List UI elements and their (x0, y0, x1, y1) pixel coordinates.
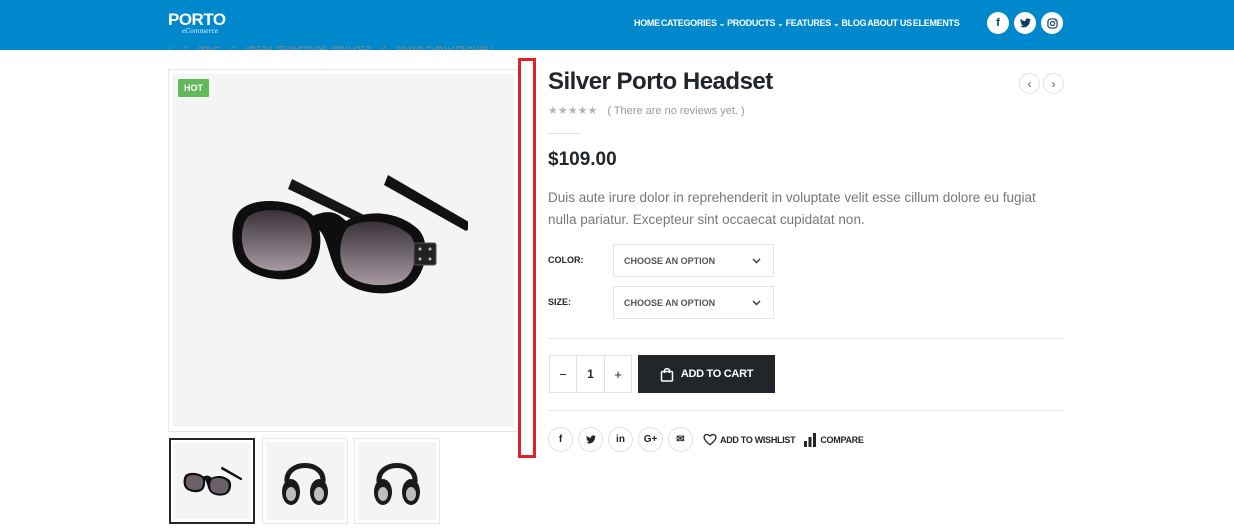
chevron-down-icon: ⌄ (777, 18, 784, 28)
heart-icon (703, 433, 717, 446)
thumbnail-headphones[interactable] (354, 438, 440, 524)
add-to-cart-label: ADD TO CART (680, 368, 754, 380)
divider (548, 338, 1064, 339)
product-price: $109.00 (548, 149, 617, 170)
thumbnail-frame (266, 442, 344, 520)
wishlist-label: ADD TO WISHLIST (720, 434, 796, 445)
color-label: COLOR: (548, 255, 584, 265)
divider (548, 410, 1064, 411)
share-links: f in G+ ✉ ADD TO WISHLIST COMPARE (548, 427, 864, 452)
twitter-share-icon[interactable] (578, 427, 603, 452)
logo-subtext: eCommerce (182, 28, 219, 35)
thumbnail-frame (358, 442, 436, 520)
nav-categories[interactable]: CATEGORIES ⌄ (661, 18, 726, 28)
image-frame (173, 74, 514, 427)
nav-home[interactable]: HOME (634, 18, 660, 28)
chevron-right-icon: › (1051, 76, 1056, 91)
quantity-increase-button[interactable]: + (605, 356, 631, 392)
thumbnail-frame (174, 443, 250, 519)
thumbnail-headphones[interactable] (262, 438, 348, 524)
main-nav: HOME CATEGORIES ⌄ PRODUCTS ⌄ FEATURES ⌄ BLO… (634, 16, 960, 30)
nav-label: CATEGORIES (660, 18, 717, 28)
highlight-box (518, 58, 536, 458)
chevron-down-icon (752, 258, 761, 263)
color-select[interactable]: CHOOSE AN OPTION (613, 244, 774, 277)
header-social-links: f (987, 12, 1063, 34)
chevron-down-icon (752, 300, 761, 305)
twitter-icon[interactable] (1014, 12, 1036, 34)
divider (548, 133, 580, 134)
nav-features[interactable]: FEATURES ⌄ (786, 18, 841, 28)
instagram-icon[interactable] (1041, 12, 1063, 34)
chevron-left-icon: ‹ (1027, 76, 1032, 91)
nav-label: ABOUT US (867, 18, 912, 28)
compare-label: COMPARE (820, 434, 864, 445)
linkedin-share-icon[interactable]: in (608, 427, 633, 452)
google-plus-share-icon[interactable]: G+ (638, 427, 663, 452)
site-header: PORTO eCommerce HOME CATEGORIES ⌄ PRODUCT… (0, 0, 1234, 50)
color-select-value: CHOOSE AN OPTION (624, 255, 716, 266)
nav-products[interactable]: PRODUCTS ⌄ (727, 18, 785, 28)
nav-label: FEATURES (785, 18, 832, 28)
add-to-wishlist-button[interactable]: ADD TO WISHLIST (703, 433, 796, 446)
nav-label: HOME (634, 18, 660, 28)
nav-elements[interactable]: ELEMENTS (913, 18, 960, 28)
nav-about-us[interactable]: ABOUT US (867, 18, 912, 28)
compare-button[interactable]: COMPARE (803, 432, 864, 447)
quantity-input[interactable]: 1 (576, 356, 605, 392)
add-to-cart-button[interactable]: ADD TO CART (638, 355, 775, 393)
reviews-link[interactable]: ( There are no reviews yet. ) (607, 105, 744, 117)
nav-blog[interactable]: BLOG (841, 18, 866, 28)
nav-label: BLOG (841, 18, 867, 28)
chevron-down-icon: ⌄ (833, 18, 840, 28)
quantity-stepper: − 1 + (549, 355, 632, 393)
sunglasses-image (228, 169, 474, 304)
nav-label: PRODUCTS (727, 18, 776, 28)
sunglasses-image (183, 466, 242, 496)
size-label: SIZE: (548, 297, 572, 307)
product-title: Silver Porto Headset (548, 68, 773, 95)
chevron-down-icon: ⌄ (718, 18, 726, 28)
facebook-icon[interactable]: f (987, 12, 1009, 34)
size-select-value: CHOOSE AN OPTION (624, 297, 716, 308)
next-product-button[interactable]: › (1043, 73, 1064, 94)
shopping-bag-icon (660, 367, 674, 382)
product-description: Duis aute irure dolor in reprehenderit i… (548, 190, 1036, 227)
previous-product-button[interactable]: ‹ (1019, 73, 1040, 94)
facebook-share-icon[interactable]: f (548, 427, 573, 452)
star-rating-icon: ★★★★★ (548, 105, 598, 117)
headphones-image (282, 463, 328, 505)
size-select[interactable]: CHOOSE AN OPTION (613, 286, 774, 319)
bar-chart-icon (804, 432, 817, 447)
nav-label: ELEMENTS (912, 18, 960, 28)
quantity-decrease-button[interactable]: − (550, 356, 576, 392)
logo-text: PORTO (168, 10, 226, 29)
thumbnail-sunglasses[interactable] (169, 438, 255, 524)
hot-badge: HOT (178, 79, 209, 97)
headphones-image (374, 463, 420, 505)
product-rating: ★★★★★ ( There are no reviews yet. ) (548, 104, 745, 118)
product-main-image[interactable]: HOT (168, 69, 519, 432)
email-share-icon[interactable]: ✉ (668, 427, 693, 452)
site-logo[interactable]: PORTO eCommerce (168, 11, 226, 35)
